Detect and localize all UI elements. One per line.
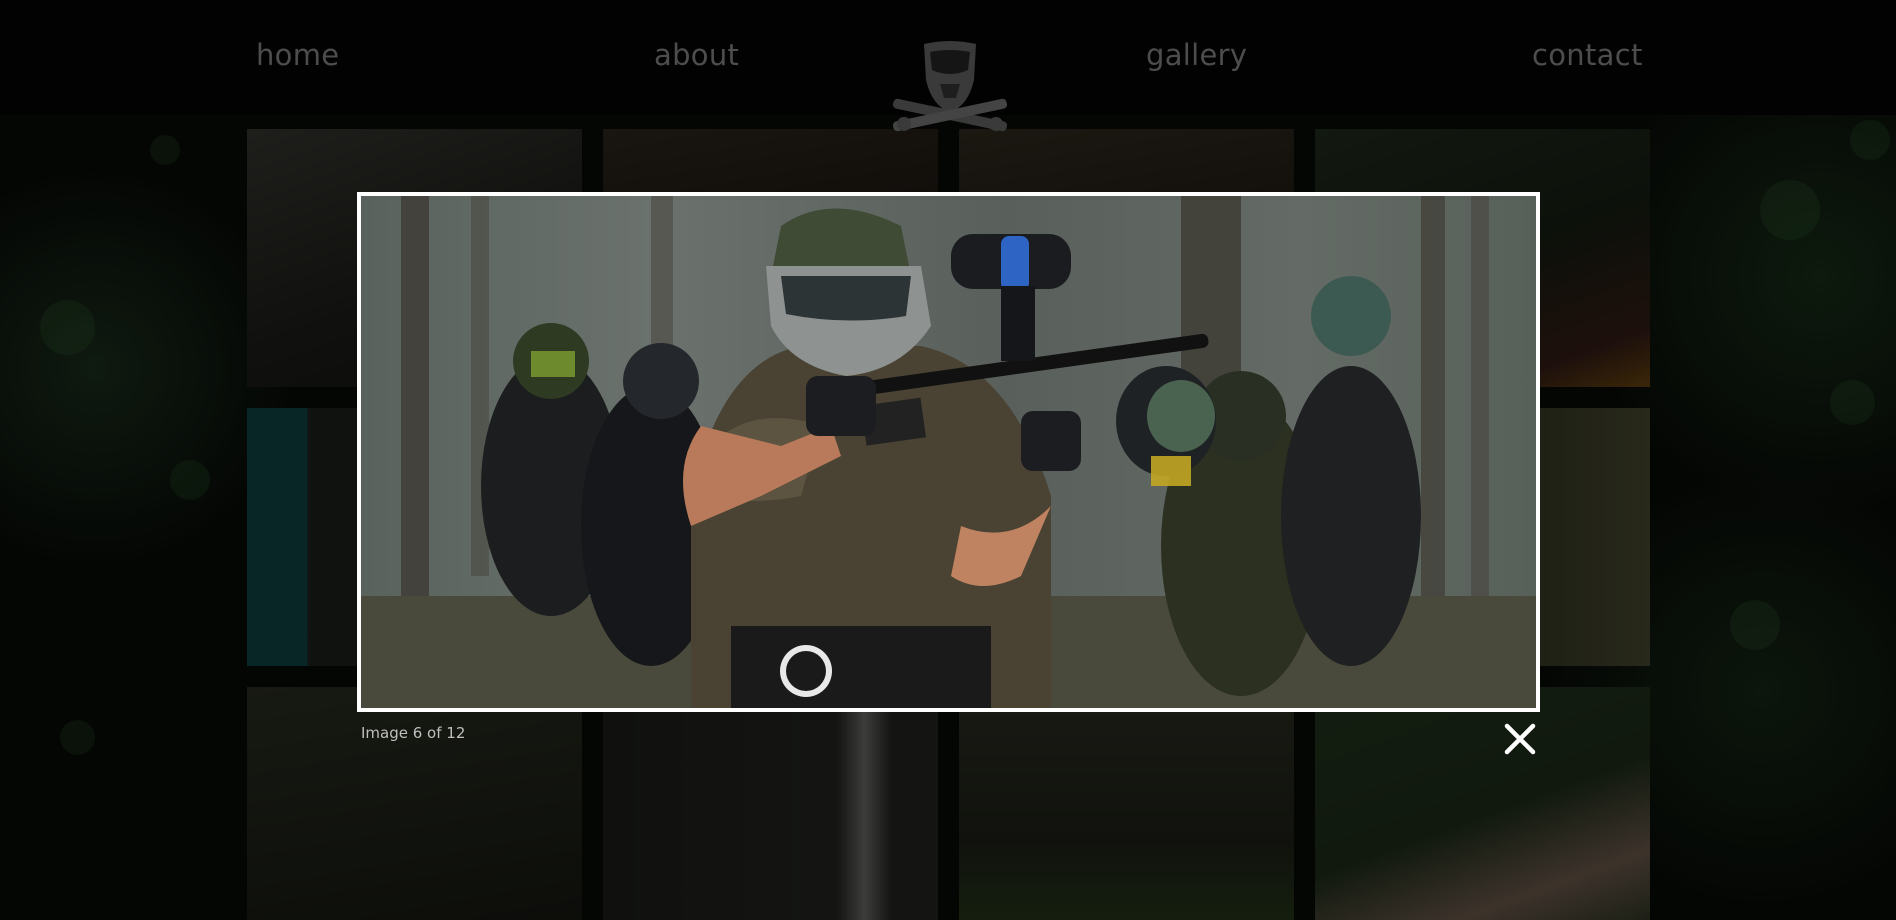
paintball-player-photo xyxy=(361,196,1536,708)
gallery-thumbnail[interactable] xyxy=(603,687,938,920)
bokeh-dot xyxy=(170,460,210,500)
bokeh-dot xyxy=(1730,600,1780,650)
nav-home-link[interactable]: home xyxy=(256,38,339,72)
nav-contact-link[interactable]: contact xyxy=(1532,38,1643,72)
bokeh-dot xyxy=(60,720,95,755)
bokeh-dot xyxy=(1850,120,1890,160)
gallery-thumbnail[interactable] xyxy=(247,687,582,920)
gallery-page: home about gallery contact Image 6 of 12 xyxy=(0,0,1896,920)
paintball-mask-logo-icon[interactable] xyxy=(888,40,1012,140)
gallery-thumbnail[interactable] xyxy=(959,687,1294,920)
gallery-thumbnail[interactable] xyxy=(1315,687,1650,920)
bokeh-dot xyxy=(40,300,95,355)
lightbox-caption: Image 6 of 12 xyxy=(361,724,466,742)
bokeh-dot xyxy=(150,135,180,165)
lightbox-image[interactable] xyxy=(361,196,1536,708)
bokeh-dot xyxy=(1760,180,1820,240)
bokeh-dot xyxy=(1830,380,1875,425)
nav-gallery-link[interactable]: gallery xyxy=(1146,38,1247,72)
lightbox-frame xyxy=(357,192,1540,712)
close-icon[interactable] xyxy=(1502,721,1538,757)
nav-about-link[interactable]: about xyxy=(654,38,739,72)
